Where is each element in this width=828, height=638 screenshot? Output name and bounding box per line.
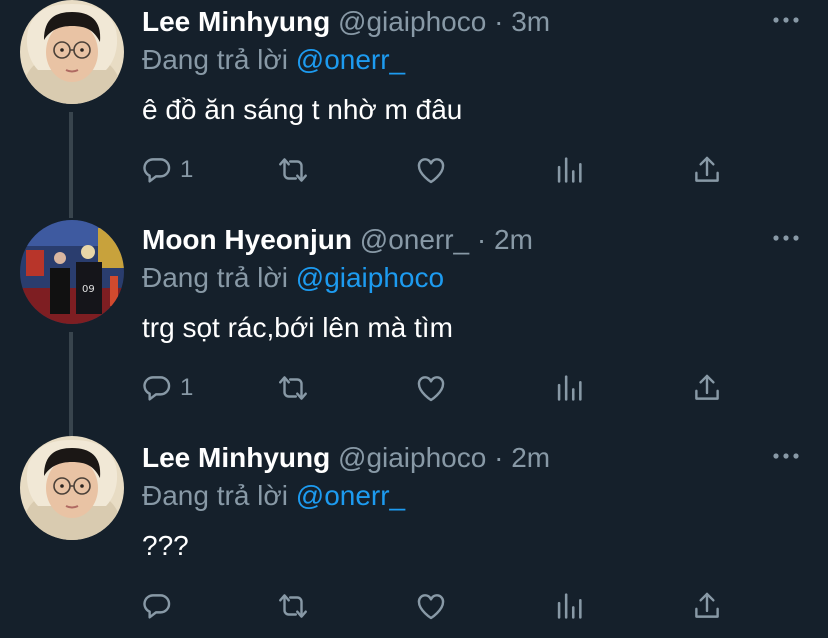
reply-count: 1	[180, 374, 194, 401]
like-button[interactable]	[414, 370, 448, 406]
stats-icon	[552, 371, 586, 405]
timestamp[interactable]: 2m	[511, 442, 550, 473]
tweet-text: ê đồ ăn sáng t nhờ m đâu	[142, 94, 463, 125]
replying-to-label: Đang trả lời	[142, 262, 288, 293]
user-handle[interactable]: @giaiphoco	[338, 6, 486, 37]
action-bar: 1	[140, 370, 740, 410]
more-icon[interactable]	[772, 14, 800, 26]
retweet-icon	[276, 589, 310, 623]
reply-button[interactable]	[140, 588, 180, 624]
conversation-thread: Lee Minhyung @giaiphoco · 3m Đang trả lờ…	[0, 0, 828, 638]
stats-icon	[552, 153, 586, 187]
tweet-text: ???	[142, 530, 189, 561]
timestamp[interactable]: 2m	[494, 224, 533, 255]
timestamp[interactable]: 3m	[511, 6, 550, 37]
replying-to: Đang trả lời @onerr_	[142, 478, 405, 514]
reply-icon	[140, 153, 174, 187]
avatar[interactable]	[20, 0, 124, 104]
share-button[interactable]	[690, 370, 724, 406]
like-icon	[414, 589, 448, 623]
action-bar	[140, 588, 740, 628]
tweet-text: trg sọt rác,bới lên mà tìm	[142, 312, 453, 343]
reply-button[interactable]: 1	[140, 152, 193, 188]
tweet[interactable]: Moon Hyeonjun @onerr_ · 2m Đang trả lời …	[0, 218, 828, 436]
replying-to-label: Đang trả lời	[142, 480, 288, 511]
share-icon	[690, 153, 724, 187]
more-icon[interactable]	[772, 450, 800, 462]
separator: ·	[476, 224, 487, 255]
mention-link[interactable]: @onerr_	[296, 44, 405, 75]
retweet-button[interactable]	[276, 152, 310, 188]
mention-link[interactable]: @onerr_	[296, 480, 405, 511]
reply-icon	[140, 371, 174, 405]
display-name[interactable]: Lee Minhyung	[142, 6, 330, 37]
retweet-button[interactable]	[276, 370, 310, 406]
stats-icon	[552, 589, 586, 623]
avatar[interactable]	[20, 436, 124, 540]
separator: ·	[494, 442, 504, 473]
tweet[interactable]: Lee Minhyung @giaiphoco · 3m Đang trả lờ…	[0, 0, 828, 218]
tweet-header: Moon Hyeonjun @onerr_ · 2m	[142, 222, 533, 258]
retweet-icon	[276, 153, 310, 187]
replying-to-label: Đang trả lời	[142, 44, 288, 75]
share-button[interactable]	[690, 152, 724, 188]
user-handle[interactable]: @giaiphoco	[338, 442, 486, 473]
avatar[interactable]	[20, 220, 124, 324]
reply-count: 1	[180, 156, 194, 183]
share-icon	[690, 589, 724, 623]
like-icon	[414, 371, 448, 405]
tweet-header: Lee Minhyung @giaiphoco · 2m	[142, 440, 550, 476]
share-icon	[690, 371, 724, 405]
mention-link[interactable]: @giaiphoco	[296, 262, 444, 293]
share-button[interactable]	[690, 588, 724, 624]
display-name[interactable]: Lee Minhyung	[142, 442, 330, 473]
tweet[interactable]: Lee Minhyung @giaiphoco · 2m Đang trả lờ…	[0, 436, 828, 638]
retweet-icon	[276, 371, 310, 405]
replying-to: Đang trả lời @giaiphoco	[142, 260, 444, 296]
stats-button[interactable]	[552, 588, 586, 624]
reply-button[interactable]: 1	[140, 370, 193, 406]
separator: ·	[494, 6, 504, 37]
like-button[interactable]	[414, 152, 448, 188]
action-bar: 1	[140, 152, 740, 192]
more-icon[interactable]	[772, 232, 800, 244]
display-name[interactable]: Moon Hyeonjun	[142, 224, 352, 255]
replying-to: Đang trả lời @onerr_	[142, 42, 405, 78]
reply-icon	[140, 589, 174, 623]
stats-button[interactable]	[552, 152, 586, 188]
retweet-button[interactable]	[276, 588, 310, 624]
like-button[interactable]	[414, 588, 448, 624]
tweet-header: Lee Minhyung @giaiphoco · 3m	[142, 4, 550, 40]
stats-button[interactable]	[552, 370, 586, 406]
like-icon	[414, 153, 448, 187]
user-handle[interactable]: @onerr_	[360, 224, 469, 255]
